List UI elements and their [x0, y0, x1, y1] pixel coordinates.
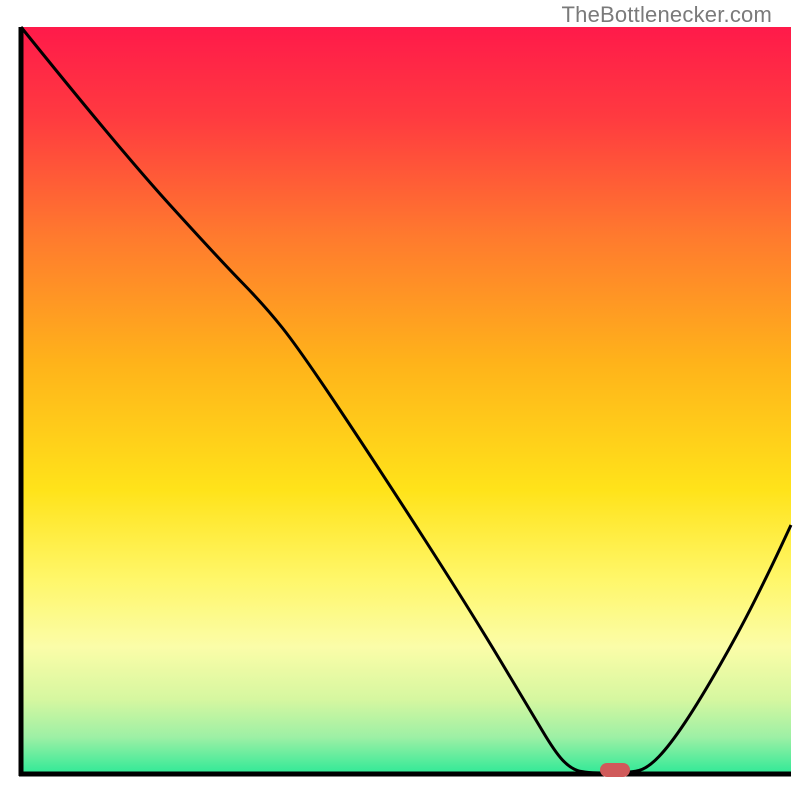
- plot-background: [21, 27, 791, 774]
- optimal-point-marker: [600, 763, 630, 777]
- bottleneck-chart: [0, 0, 800, 800]
- chart-container: { "meta": { "watermark": "TheBottleneсke…: [0, 0, 800, 800]
